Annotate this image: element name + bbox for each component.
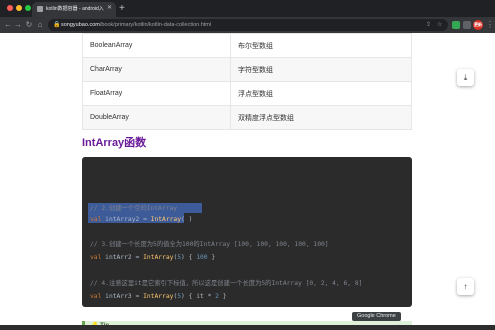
reload-button[interactable]: ↻ [24, 19, 34, 30]
bookmark-star-icon[interactable]: ☆ [437, 21, 442, 29]
array-desc-cell: 浮点型数组 [230, 81, 412, 106]
maximize-window-button[interactable] [25, 5, 31, 11]
array-type-cell: BooleanArray [82, 33, 231, 58]
lock-icon: 🔒 [53, 22, 61, 28]
array-desc-cell: 布尔型数组 [230, 33, 412, 58]
share-icon[interactable]: ⇪ [426, 21, 431, 29]
tab-title: kotlin数据容器 - android入门到精通 [46, 6, 104, 12]
home-button[interactable]: ⌂ [35, 19, 45, 30]
new-tab-button[interactable]: + [119, 3, 125, 14]
table-row: FloatArray 浮点型数组 [82, 81, 412, 106]
scroll-top-button[interactable]: ↑ [457, 278, 474, 295]
array-type-cell: FloatArray [82, 81, 231, 106]
table-row: CharArray 字符型数组 [82, 57, 412, 82]
code-comment: // 3.创建一个长度为5的值全为100的IntArray [100, 100,… [90, 241, 329, 248]
download-button[interactable]: ⤓ [457, 69, 474, 86]
array-type-cell: CharArray [82, 57, 231, 82]
minimize-window-button[interactable] [16, 5, 22, 11]
tab-strip: kotlin数据容器 - android入门到精通 ✕ + [0, 0, 495, 17]
window-bottom-edge [0, 325, 495, 330]
close-icon[interactable]: ✕ [107, 4, 112, 13]
profile-avatar[interactable]: 更新 [473, 20, 483, 30]
array-types-table: BooleanArray 布尔型数组 CharArray 字符型数组 FloatArra… [82, 33, 412, 130]
extension-icon[interactable] [452, 21, 460, 29]
section-heading: IntArray函数 [82, 137, 147, 149]
table-row: DoubleArray 双精度浮点型数组 [82, 105, 412, 130]
array-desc-cell: 字符型数组 [230, 57, 412, 82]
page-content: BooleanArray 布尔型数组 CharArray 字符型数组 FloatArra… [0, 33, 495, 330]
table-row: BooleanArray 布尔型数组 [82, 33, 412, 58]
browser-toolbar: ← → ↻ ⌂ 🔒 songyubao.com/book/primary/kot… [0, 17, 495, 33]
url-text[interactable]: songyubao.com/book/primary/kotlin/kotlin… [61, 21, 211, 29]
favicon-icon [37, 6, 43, 12]
code-comment: // 2.创建一个空的IntArray [90, 205, 178, 212]
address-bar[interactable]: 🔒 songyubao.com/book/primary/kotlin/kotl… [48, 19, 448, 31]
code-line: val intArray2 = IntArray( ) [90, 216, 193, 223]
array-type-cell: DoubleArray [82, 105, 231, 130]
browser-menu-button[interactable]: ⋮ [486, 19, 494, 30]
extensions-puzzle-icon[interactable] [463, 21, 471, 29]
forward-button[interactable]: → [13, 19, 23, 30]
array-desc-cell: 双精度浮点型数组 [230, 105, 412, 130]
back-button[interactable]: ← [3, 19, 13, 30]
tooltip: Google Chrome [352, 312, 401, 321]
browser-tab[interactable]: kotlin数据容器 - android入门到精通 ✕ [32, 2, 116, 17]
code-block: // 2.创建一个空的IntArray val intArray2 = IntA… [82, 157, 412, 307]
code-line: val intArr3 = IntArray(5) { it * 2 } [90, 293, 227, 300]
code-comment: // 4.注意这里it是它索引下标值，所以这是创建一个长度为5的IntArray… [90, 280, 363, 287]
code-line: val intArr2 = IntArray(5) { 100 } [90, 254, 216, 261]
close-window-button[interactable] [7, 5, 13, 11]
